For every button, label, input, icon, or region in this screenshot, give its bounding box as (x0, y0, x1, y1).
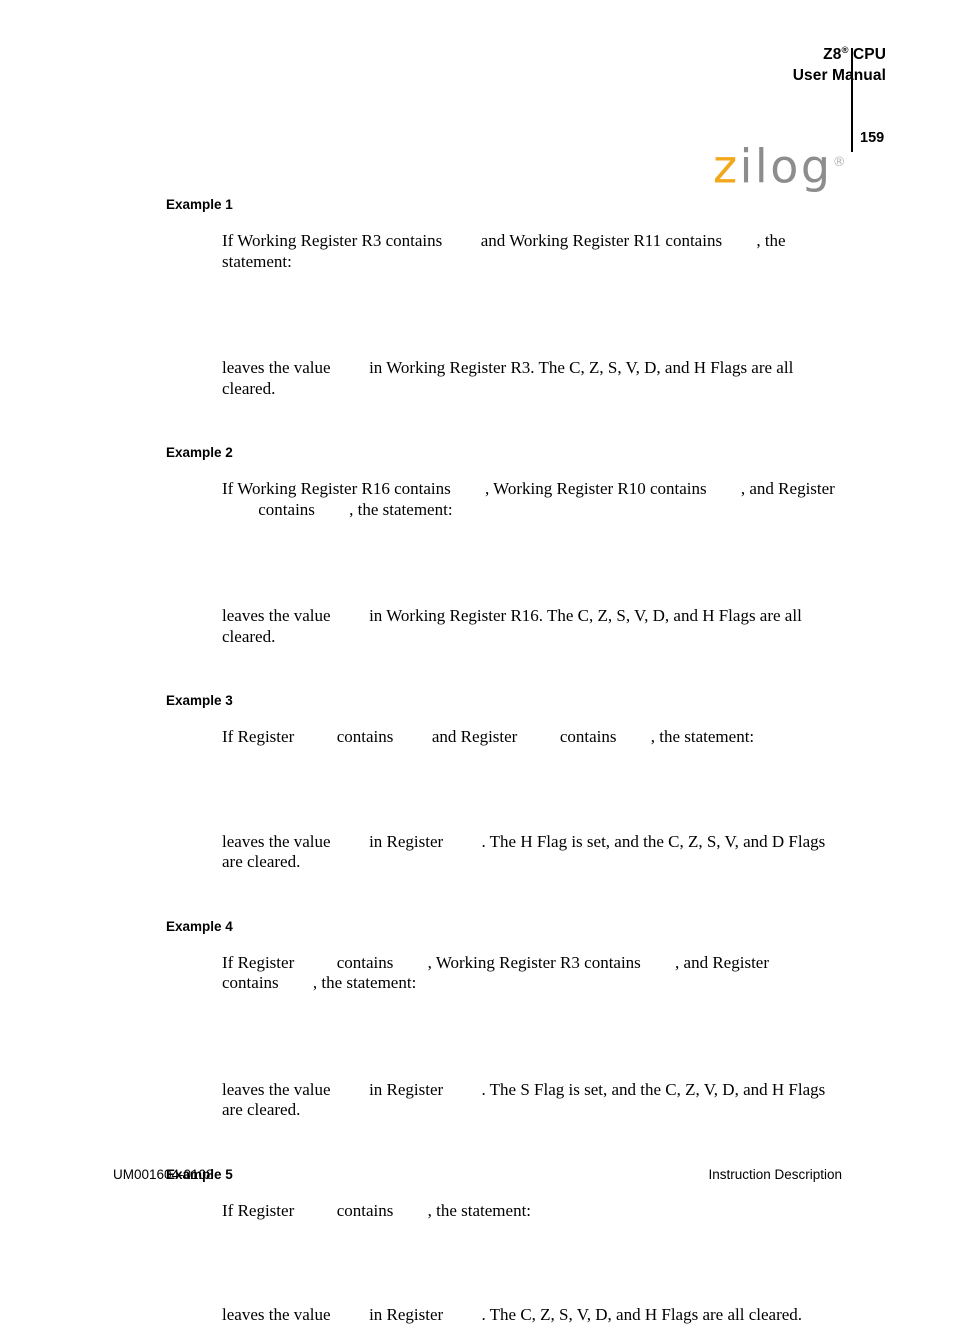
example-block-1: Example 1 If Working Register R3 contain… (0, 196, 954, 399)
example-condition-5: If Register contains , the statement: (222, 1201, 842, 1222)
example-result-4: leaves the value in Register . The S Fla… (222, 1080, 842, 1121)
example-result-1: leaves the value in Working Register R3.… (222, 358, 842, 399)
header-vertical-rule (851, 48, 853, 152)
footer-document-number: UM001604-0108 (113, 1167, 214, 1182)
condition-text-part: , and Register (675, 952, 774, 972)
page-footer: UM001604-0108 Instruction Description (0, 1167, 954, 1189)
condition-text-part: contains (332, 727, 398, 746)
example-block-2: Example 2 If Working Register R16 contai… (0, 444, 954, 647)
instruction-code-area (0, 765, 954, 815)
condition-text-part: , the statement: (349, 499, 453, 519)
instruction-code-area (0, 1011, 954, 1063)
example-block-4: Example 4 If Register contains , Working… (0, 918, 954, 1121)
example-block-3: Example 3 If Register contains and Regis… (0, 692, 954, 873)
condition-text-part: and Register (427, 727, 522, 746)
condition-text-part: , Working Register R10 contains (484, 479, 711, 498)
manual-title-line-1: Z8® CPU (466, 44, 886, 65)
result-text-part: in Register (364, 1305, 448, 1324)
example-heading-2: Example 2 (166, 445, 233, 460)
manual-title-line-2: User Manual (792, 67, 886, 84)
condition-text-part: If Register (222, 727, 299, 746)
example-condition-3: If Register contains and Register contai… (222, 727, 842, 748)
result-text-part: leaves the value (222, 358, 335, 377)
zilog-logo-trademark-icon: ® (832, 155, 846, 170)
condition-text-part: contains (332, 1200, 398, 1220)
example-condition-4: If Register contains , Working Register … (222, 953, 842, 994)
result-text-part: leaves the value (222, 1305, 335, 1324)
condition-text-part: , the statement: (312, 973, 417, 992)
condition-text-part: contains (222, 973, 283, 992)
manual-title-product-suffix: CPU (848, 46, 886, 63)
footer-section-title: Instruction Description (708, 1167, 842, 1182)
condition-text-part: If Working Register R3 contains (222, 231, 447, 250)
condition-text-part: contains (555, 727, 621, 746)
result-text-part: leaves the value (222, 1079, 335, 1099)
example-condition-1: If Working Register R3 contains and Work… (222, 231, 842, 272)
result-text-part: . The C, Z, S, V, D, and H Flags are all… (481, 1305, 803, 1324)
example-heading-3: Example 3 (166, 693, 233, 708)
condition-text-part: If Register (222, 952, 299, 972)
example-result-5: leaves the value in Register . The C, Z,… (222, 1305, 842, 1326)
condition-text-part: If Working Register R16 contains (222, 479, 455, 498)
example-result-3: leaves the value in Register . The H Fla… (222, 832, 842, 873)
manual-title-product: Z8 (823, 46, 842, 63)
result-text-part: leaves the value (222, 831, 335, 851)
condition-text-part: contains (332, 952, 398, 972)
condition-text-part: , the statement: (427, 1200, 532, 1220)
instruction-code-area (0, 537, 954, 589)
zilog-logo-letter-z: z (713, 139, 740, 194)
condition-text-part: , the statement: (650, 727, 755, 746)
condition-text-part: , and Register (740, 479, 835, 498)
instruction-code-area (0, 289, 954, 341)
example-condition-2: If Working Register R16 contains , Worki… (222, 479, 842, 520)
example-block-5: Example 5 If Register contains , the sta… (0, 1166, 954, 1326)
registered-trademark-icon: ® (841, 44, 849, 56)
condition-text-part: , Working Register R3 contains (427, 952, 646, 972)
page-header: Z8® CPU User Manual zilog® 159 (0, 44, 954, 190)
example-heading-1: Example 1 (166, 197, 233, 212)
condition-text-part: contains (254, 499, 320, 519)
manual-title-block: Z8® CPU User Manual (466, 44, 886, 86)
zilog-logo: zilog® (713, 140, 849, 189)
result-text-part: in Register (364, 1079, 448, 1099)
condition-text-part: and Working Register R11 contains (476, 231, 727, 250)
condition-text-part: If Register (222, 1200, 299, 1220)
result-text-part: leaves the value (222, 606, 335, 625)
zilog-logo-letters-ilog: ilog (739, 139, 833, 194)
result-text-part: in Register (364, 831, 448, 851)
example-heading-4: Example 4 (166, 918, 233, 934)
page-number: 159 (860, 130, 885, 146)
example-result-2: leaves the value in Working Register R16… (222, 606, 842, 647)
instruction-code-area (0, 1238, 954, 1288)
